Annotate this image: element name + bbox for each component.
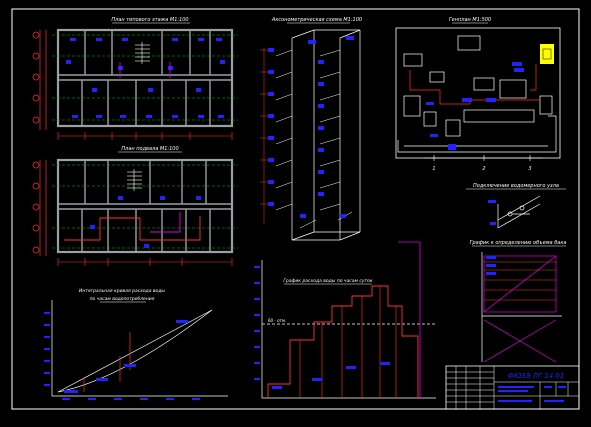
integral-curve-graph: Интегральная кривая расхода воды по часа… — [44, 288, 228, 400]
consumption-title: График расхода воды по часам суток — [283, 278, 372, 284]
axonometric-scheme: Аксонометрическая схема М1:100 — [260, 17, 362, 241]
plan-basement-title: План подвала М1:100 — [121, 146, 178, 152]
tank-graph-title: График к определению объема бака — [470, 240, 567, 246]
water-meter-title: Подключение водомерного узла — [473, 183, 559, 189]
plan-typical-title: План типового этажа М1:100 — [111, 17, 188, 23]
plan-basement: План подвала М1:100 — [32, 146, 238, 266]
water-level-label: 60 - отм. — [268, 318, 286, 323]
integral-title-1: Интегральная кривая расхода воды — [79, 288, 165, 294]
axonometric-title: Аксонометрическая схема М1:100 — [271, 17, 362, 23]
water-consumption-chart: График расхода воды по часам суток 60 - … — [254, 241, 436, 399]
water-meter-node: Подключение водомерного узла — [466, 183, 566, 229]
genplan-axis-2: 2 — [482, 166, 485, 172]
drawing-sheet: План типового этажа М1:100 План подвала … — [0, 0, 591, 423]
title-block: ФЮЗЭ ЛГ 14.01 — [445, 365, 580, 410]
genplan-axis-3: 3 — [528, 166, 531, 172]
tank-volume-graph: График к определению объема бака — [470, 240, 567, 363]
plan-typical-floor: План типового этажа М1:100 — [32, 17, 238, 140]
genplan-designed-building — [540, 44, 554, 64]
stamp-code: ФЮЗЭ ЛГ 14.01 — [508, 372, 565, 380]
integral-title-2: по часам водопотребления — [90, 296, 155, 302]
genplan-title: Генплан М1:500 — [449, 17, 491, 23]
cad-drawing: План типового этажа М1:100 План подвала … — [11, 8, 580, 410]
genplan-axis-1: 1 — [432, 166, 435, 172]
genplan: Генплан М1:500 1 2 3 — [395, 17, 561, 172]
